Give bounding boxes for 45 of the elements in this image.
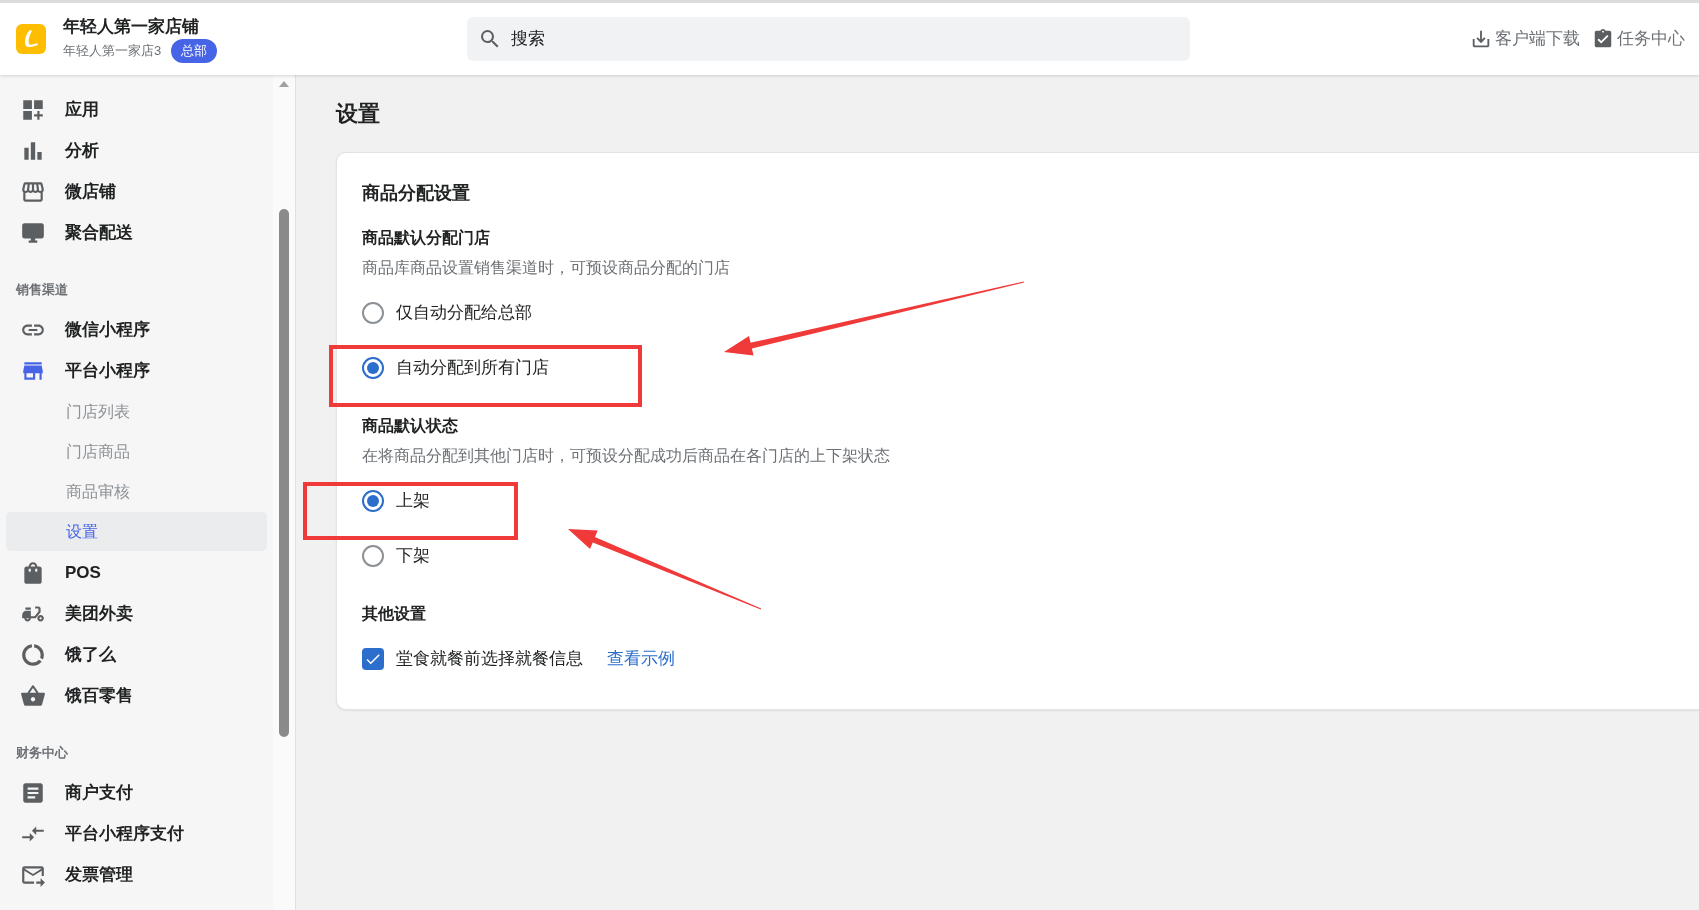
basket-icon bbox=[20, 682, 46, 709]
sidebar-item[interactable]: POS bbox=[6, 552, 267, 593]
branch-badge: 总部 bbox=[171, 39, 218, 63]
sidebar-item[interactable]: 分析 bbox=[6, 130, 267, 171]
sidebar-item[interactable]: 平台小程序 bbox=[6, 350, 267, 391]
sidebar-item[interactable]: 饿了么 bbox=[6, 634, 267, 675]
download-icon bbox=[1470, 28, 1492, 50]
sidebar-item[interactable]: 发票管理 bbox=[6, 854, 267, 895]
sidebar-item[interactable]: 聚合配送 bbox=[6, 212, 267, 253]
clipboard-check-icon bbox=[1592, 28, 1614, 50]
radio-button[interactable] bbox=[362, 356, 384, 379]
sidebar-item[interactable]: 饿百零售 bbox=[6, 675, 267, 716]
radio-label: 上架 bbox=[396, 489, 430, 512]
radio-label: 仅自动分配给总部 bbox=[396, 301, 532, 324]
sidebar-item[interactable]: 微店铺 bbox=[6, 171, 267, 212]
section-heading: 财务中心 bbox=[15, 744, 69, 763]
card-title: 商品分配设置 bbox=[362, 181, 471, 205]
download-client-link[interactable]: 客户端下载 bbox=[1470, 26, 1580, 52]
section-heading: 销售渠道 bbox=[14, 281, 69, 300]
checkbox-label: 堂食就餐前选择就餐信息 bbox=[396, 648, 583, 671]
radio-label: 下架 bbox=[396, 544, 430, 567]
group-title: 其他设置 bbox=[362, 604, 427, 624]
group-description: 商品库商品设置销售渠道时，可预设商品分配的门店 bbox=[362, 258, 731, 278]
radio-label: 自动分配到所有门店 bbox=[396, 356, 549, 379]
sidebar-item[interactable]: 微信小程序 bbox=[6, 309, 267, 350]
radio-button[interactable] bbox=[362, 489, 384, 512]
group-title: 商品默认分配门店 bbox=[362, 228, 491, 248]
group-description: 在将商品分配到其他门店时，可预设分配成功后商品在各门店的上下架状态 bbox=[362, 446, 891, 466]
checkbox[interactable] bbox=[362, 648, 384, 670]
logo-icon bbox=[16, 24, 46, 54]
task-center-link[interactable]: 任务中心 bbox=[1592, 26, 1685, 52]
view-example-link[interactable]: 查看示例 bbox=[607, 646, 675, 672]
sidebar-item[interactable]: 美团外卖 bbox=[6, 593, 267, 634]
group-title: 商品默认状态 bbox=[362, 416, 459, 436]
branch-name: 年轻人第一家店3 bbox=[63, 42, 162, 61]
sidebar-item[interactable]: 商户支付 bbox=[6, 772, 267, 813]
radio-button[interactable] bbox=[362, 544, 384, 567]
page-title: 设置 bbox=[336, 99, 381, 128]
sidebar-item[interactable]: 平台小程序支付 bbox=[6, 813, 267, 854]
sidebar-item[interactable]: 应用 bbox=[6, 89, 267, 130]
store-name: 年轻人第一家店铺 bbox=[63, 16, 200, 38]
sidebar-subitem[interactable]: 设置 bbox=[6, 512, 267, 551]
radio-button[interactable] bbox=[362, 301, 384, 324]
ring-icon bbox=[20, 641, 46, 668]
search-field[interactable]: 搜索 bbox=[467, 17, 1191, 61]
